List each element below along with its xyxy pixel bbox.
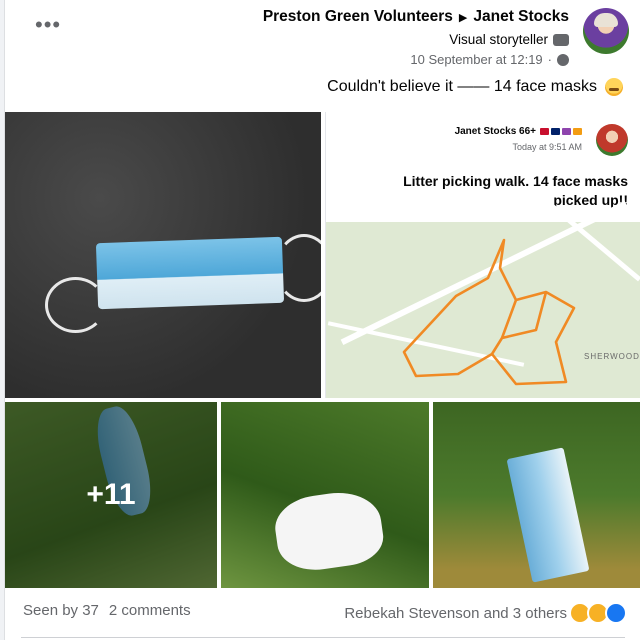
comments-count[interactable]: 2 comments [109,602,191,619]
post-header: Janet Stocks ▶ Preston Green Volunteers … [5,0,640,112]
photo-white-mask-grass[interactable] [221,402,429,588]
like-reaction-icon [605,602,627,624]
reaction-icons [569,602,627,624]
shared-author-avatar [596,124,628,156]
route-path [402,238,576,386]
reactions-text[interactable]: Rebekah Stevenson and 3 others [344,605,567,622]
shared-post-time: Today at 9:51 AM [512,142,582,152]
shared-post-text: Litter picking walk. 14 face masks picke… [403,173,628,208]
time-line: 10 September at 12:19 · [410,52,569,67]
storyteller-badge-icon [553,33,569,46]
post-footer: Rebekah Stevenson and 3 others Seen by 3… [5,588,640,640]
grimacing-face-icon [605,78,623,96]
photo-blue-mask-leaves[interactable] [433,402,640,588]
seen-by-count[interactable]: Seen by 37 [23,602,99,619]
group-name[interactable]: Preston Green Volunteers [263,8,453,26]
photo-mask-on-road[interactable] [5,112,321,398]
shared-author-line: Janet Stocks 66+ [455,126,582,137]
shared-author-name: Janet Stocks 66+ [454,126,536,137]
post-card: Janet Stocks ▶ Preston Green Volunteers … [4,0,640,640]
flag-icons [540,128,582,135]
badge-label[interactable]: Visual storyteller [449,32,548,47]
arrow-right-icon: ▶ [458,11,468,24]
post-timestamp[interactable]: 10 September at 12:19 [410,52,542,67]
more-photos-overlay[interactable]: +11 [5,402,217,588]
post-text-content: Couldn't believe it —— 14 face masks [327,78,597,95]
route-map: SHERWOOD [326,187,640,398]
post-text: Couldn't believe it —— 14 face masks [327,78,623,96]
footer-divider [21,637,625,638]
photo-blue-mask-grass[interactable]: +11 [5,402,217,588]
photo-shared-post-screenshot[interactable]: Janet Stocks 66+ Today at 9:51 AM Litter… [325,112,640,398]
engagement-counts: Seen by 37 2 comments [23,602,191,619]
globe-icon [557,53,569,66]
map-label-sherwood: SHERWOOD [584,352,640,361]
author-avatar[interactable] [583,8,629,54]
more-options-icon[interactable]: ••• [35,12,61,38]
badge-line: Visual storyteller [449,32,569,47]
reactions-summary[interactable]: Rebekah Stevenson and 3 others [344,602,627,624]
author-line: Janet Stocks ▶ Preston Green Volunteers [263,8,569,26]
author-name[interactable]: Janet Stocks [473,8,569,26]
